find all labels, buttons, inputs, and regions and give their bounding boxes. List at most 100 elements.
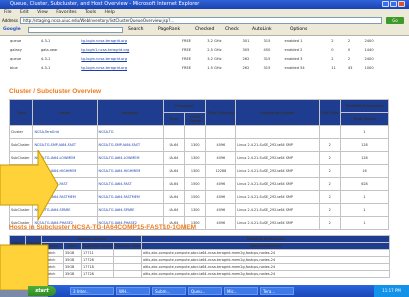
menu-view[interactable]: View: [37, 10, 48, 15]
cluster-cell-smp: 2: [318, 216, 341, 230]
col-proc-type: Type: [162, 112, 186, 126]
cluster-cell-smp: 2: [318, 151, 341, 165]
table-row: queue 4-3-1 tg-login.ncsa.teragrid.org FREE…: [8, 36, 388, 45]
cluster-cell-ptype: IA-64: [162, 190, 186, 204]
cluster-cell-uid[interactable]: NCSA-TG: [96, 125, 164, 139]
table-row: tg-c004tg-c004scratch35GB17728altix,abc-…: [9, 270, 390, 278]
taskbar-item[interactable]: WH...: [116, 287, 150, 295]
queue-cell-link[interactable]: tg-login1.ncsa.teragrid.org: [79, 45, 180, 54]
col-type: Type: [8, 99, 34, 126]
menu-bar: File Edit View Favorites Tools Help: [0, 9, 409, 16]
cluster-cell-nodes: 16: [339, 164, 390, 178]
queue-cell-link[interactable]: tg-login.ncsa.teragrid.org: [79, 63, 180, 72]
cluster-cell-uid[interactable]: NCSA-TG-IA64-HIGHMEM: [96, 164, 164, 178]
queue-cell-c: 2: [331, 38, 334, 43]
host-cell-props: altix,abc-compute,compute,abcr-ia64-ncsa…: [141, 263, 390, 271]
taskbar-item[interactable]: Mic...: [224, 287, 258, 295]
table-row: SubCluster NCSA-TG-IA64-LOWMEM NCSA-TG-IA6…: [8, 151, 390, 165]
cluster-cell-name[interactable]: NCSA-TeraGrid: [32, 125, 98, 139]
cluster-cell-clock: 1300: [184, 151, 207, 165]
cluster-cell-os: Linux 2.4.21-SuSE_292.ia64 SMP: [235, 138, 320, 152]
cluster-cell-type: Cluster: [8, 125, 34, 139]
google-pagerank[interactable]: PageRank: [158, 25, 180, 35]
queue-cell-link[interactable]: tg-login.ncsa.teragrid.org: [79, 54, 180, 63]
queue-cell-name: queue: [10, 38, 22, 43]
col-memory: Total Memory: [205, 99, 237, 126]
cluster-cell-os: [235, 125, 320, 139]
host-cell-props: altix,abc-compute,compute,abcr-ia64-ncsa…: [141, 249, 390, 257]
cluster-cell-mem: 4096: [205, 203, 237, 217]
queue-cell-state: enabled 1: [284, 38, 303, 43]
table-row: tg-c003tg-c003scratch35GB17718altix,abc-…: [9, 263, 390, 271]
cluster-cell-ptype: IA-64: [162, 177, 186, 191]
cluster-cell-nodes: 628: [339, 177, 390, 191]
cluster-cell-clock: 1300: [184, 138, 207, 152]
queue-cell-spec: 3.2 GHz: [207, 56, 222, 61]
taskbar-item[interactable]: 3 Inter...: [70, 287, 114, 295]
google-autolink[interactable]: AutoLink: [252, 25, 272, 35]
go-button[interactable]: Go: [386, 17, 404, 24]
cluster-cell-os: Linux 2.4.21-SuSE_292.ia64 SMP: [235, 177, 320, 191]
cluster-cell-uid[interactable]: NCSA-TG-IA64-FAST: [96, 177, 164, 191]
col-total-nodes: Total Nodes: [339, 112, 390, 126]
queue-cell-spec: 1.5 GHz: [207, 65, 222, 70]
queue-cell-b: 315: [263, 56, 271, 61]
google-search-button[interactable]: Search: [128, 25, 143, 35]
section-title-cluster: Cluster / Subcluster Overview: [9, 88, 102, 95]
cluster-cell-uid[interactable]: NCSA-TG-IA64-LOWMEM: [96, 151, 164, 165]
cluster-cell-uid[interactable]: NCSA-TG-IA64-SPARE: [96, 203, 164, 217]
table-row: SubClusterNCSA-TG-IA64-HIGHMEMNCSA-TG-IA…: [8, 164, 390, 178]
taskbar-item[interactable]: Subm...: [152, 287, 186, 295]
cluster-cell-clock: 1500: [184, 190, 207, 204]
cluster-cell-mem: 4096: [205, 177, 237, 191]
google-checked[interactable]: Checked: [195, 25, 214, 35]
cluster-cell-mem: 12288: [205, 164, 237, 178]
menu-help[interactable]: Help: [105, 10, 115, 15]
host-cell-rate: [113, 256, 142, 264]
google-search-input[interactable]: [28, 27, 123, 33]
table-row: queue 4-3-1 tg-login.ncsa.teragrid.org FREE…: [8, 54, 388, 63]
cluster-cell-uid[interactable]: NCSA-TG-SMP-IA64-FAST: [96, 138, 164, 152]
cluster-cell-ptype: IA-64: [162, 151, 186, 165]
queue-cell-a: 262: [242, 56, 250, 61]
queue-cell-a: 305: [242, 47, 250, 52]
queue-cell-b: 315: [263, 65, 271, 70]
queue-cell-a: 262: [242, 65, 250, 70]
queue-cell-link[interactable]: tg-login.ncsa.teragrid.org: [79, 36, 180, 45]
host-cell-size: 35GB: [63, 256, 82, 264]
cluster-cell-os: Linux 2.4.21-SuSE_292.ia64 SMP: [235, 190, 320, 204]
queue-cell-status: FREE: [181, 65, 191, 70]
host-cell-rate: [113, 270, 142, 278]
address-input[interactable]: http://staging.ncsa.uiuc.edu/WebInventor…: [20, 17, 382, 24]
start-button[interactable]: start: [28, 286, 56, 296]
cluster-cell-mem: [205, 125, 237, 139]
google-options[interactable]: Options: [290, 25, 307, 35]
cluster-cell-os: Linux 2.4.21-SuSE_292.ia64 SMP: [235, 164, 320, 178]
host-cell-avail: 17711: [81, 249, 114, 257]
taskbar-item[interactable]: Queu...: [188, 287, 222, 295]
menu-tools[interactable]: Tools: [85, 10, 96, 15]
queue-cell-c: 0: [331, 47, 334, 52]
menu-favorites[interactable]: Favorites: [56, 10, 76, 15]
taskbar-item[interactable]: Tera...: [260, 287, 294, 295]
queue-cell-status: FREE: [181, 56, 191, 61]
cluster-cell-clock: [184, 125, 207, 139]
cluster-cell-nodes: 1: [339, 125, 390, 139]
menu-file[interactable]: File: [4, 10, 12, 15]
cluster-cell-nodes: 1: [339, 216, 390, 230]
queue-cell-e: 1440: [364, 47, 374, 52]
queue-cell-d: 43: [347, 65, 353, 70]
browser-window: Queue, Cluster, Subcluster, and Host Ove…: [0, 0, 409, 285]
cluster-table: Type Name UniqueID Processor Total Memor…: [8, 99, 390, 230]
close-button[interactable]: [398, 1, 405, 7]
queue-cell-state: enabled 3: [284, 56, 303, 61]
maximize-button[interactable]: [390, 1, 397, 7]
queue-cell-status: FREE: [181, 47, 191, 52]
address-bar: Address http://staging.ncsa.uiuc.edu/Web…: [0, 16, 409, 25]
google-check[interactable]: Check: [225, 25, 239, 35]
menu-edit[interactable]: Edit: [20, 10, 29, 15]
host-col-avail: Available Space: [81, 242, 114, 250]
cluster-cell-uid[interactable]: NCSA-TG-IA64-FASTMEM: [96, 190, 164, 204]
minimize-button[interactable]: [382, 1, 389, 7]
cluster-cell-mem: 4096: [205, 190, 237, 204]
